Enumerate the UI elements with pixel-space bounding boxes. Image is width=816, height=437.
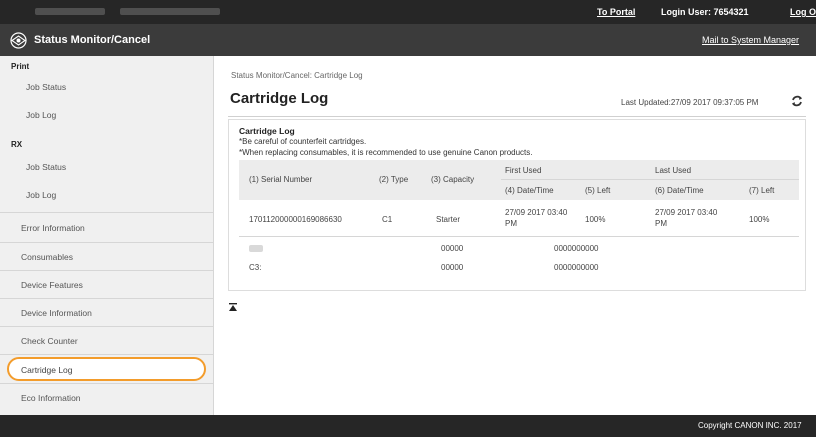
title-divider (228, 116, 806, 117)
column-header-first-datetime: (4) Date/Time (505, 186, 554, 195)
column-header-capacity: (3) Capacity (431, 175, 475, 184)
last-updated-text: Last Updated:27/09 2017 09:37:05 PM (621, 98, 759, 107)
sidebar-item-label: Job Status (26, 162, 67, 172)
sidebar-item-label: Eco Information (21, 393, 81, 403)
to-portal-link[interactable]: To Portal (597, 7, 635, 17)
column-header-type: (2) Type (379, 175, 409, 184)
sidebar-item-label: Job Log (26, 190, 57, 200)
genuine-products-note: *When replacing consumables, it is recom… (239, 148, 533, 157)
sidebar-item-error-information[interactable]: Error Information (0, 214, 213, 242)
header-divider (501, 179, 799, 180)
footer: Copyright CANON INC. 2017 (0, 415, 816, 437)
top-bar: To Portal Login User: 7654321 Log Out (0, 0, 816, 24)
row-first-left: 100% (585, 215, 606, 224)
column-header-serial: (1) Serial Number (249, 175, 313, 184)
column-header-first-left: (5) Left (585, 186, 611, 195)
row-first-datetime: 27/09 2017 03:40 (505, 208, 568, 217)
sidebar: Print Job Status Job Log RX Job Status J… (0, 56, 214, 415)
sidebar-item-consumables[interactable]: Consumables (0, 243, 213, 271)
copyright-text: Copyright CANON INC. 2017 (698, 421, 802, 430)
sidebar-item-device-information[interactable]: Device Information (0, 299, 213, 327)
row-serial-number: 170112000000169086630 (249, 215, 342, 224)
summary-capacity-1: 00000 (441, 244, 464, 253)
status-monitor-logo-icon (10, 32, 27, 49)
sidebar-item-label: Check Counter (21, 336, 78, 346)
row-last-datetime-ampm: PM (655, 219, 667, 228)
summary-label-2: C3: (249, 263, 262, 272)
column-header-last-datetime: (6) Date/Time (655, 186, 704, 195)
sidebar-item-rx-job-log[interactable]: Job Log (0, 181, 213, 209)
sidebar-item-label: Device Features (21, 280, 83, 290)
sidebar-heading-print: Print (11, 62, 30, 71)
sidebar-item-print-job-status[interactable]: Job Status (0, 73, 213, 101)
counterfeit-warning: *Be careful of counterfeit cartridges. (239, 137, 367, 146)
sidebar-item-print-job-log[interactable]: Job Log (0, 101, 213, 129)
column-header-last-left: (7) Left (749, 186, 775, 195)
sidebar-item-eco-information[interactable]: Eco Information (0, 384, 213, 412)
login-user-label: Login User: 7654321 (661, 7, 749, 17)
sidebar-item-label: Job Status (26, 82, 67, 92)
mail-to-system-manager-link[interactable]: Mail to System Manager (702, 35, 799, 45)
sidebar-divider (0, 212, 213, 213)
blurred-label (249, 245, 263, 252)
summary-capacity-2: 00000 (441, 263, 464, 272)
row-last-left: 100% (749, 215, 770, 224)
title-bar: Status Monitor/Cancel Mail to System Man… (0, 24, 816, 56)
sidebar-item-cartridge-log[interactable]: Cartridge Log (7, 357, 206, 381)
column-group-first-used: First Used (505, 166, 542, 175)
sidebar-item-label: Consumables (21, 252, 73, 262)
main-content: Status Monitor/Cancel: Cartridge Log Car… (214, 56, 816, 415)
summary-value-2: 0000000000 (554, 263, 599, 272)
sidebar-divider (0, 354, 213, 355)
sidebar-item-rx-job-status[interactable]: Job Status (0, 153, 213, 181)
column-group-last-used: Last Used (655, 166, 692, 175)
row-capacity: Starter (436, 215, 461, 224)
breadcrumb: Status Monitor/Cancel: Cartridge Log (231, 71, 363, 80)
sidebar-item-label: Device Information (21, 308, 92, 318)
summary-value-1: 0000000000 (554, 244, 599, 253)
sidebar-heading-rx: RX (11, 140, 23, 149)
sidebar-item-check-counter[interactable]: Check Counter (0, 327, 213, 355)
row-last-datetime: 27/09 2017 03:40 (655, 208, 718, 217)
app-title: Status Monitor/Cancel (34, 34, 151, 46)
sidebar-item-label: Job Log (26, 110, 57, 120)
scroll-to-top-icon[interactable] (228, 302, 238, 312)
sidebar-item-label: Cartridge Log (21, 365, 73, 375)
device-location-blurred (120, 8, 220, 15)
panel-title: Cartridge Log (239, 126, 295, 136)
row-type: C1 (382, 215, 393, 224)
cartridge-log-panel: Cartridge Log *Be careful of counterfeit… (228, 119, 806, 291)
refresh-icon[interactable] (790, 94, 804, 108)
sidebar-item-label: Error Information (21, 223, 85, 233)
page-title: Cartridge Log (230, 90, 329, 107)
logout-link[interactable]: Log Out (790, 7, 816, 17)
row-divider (239, 236, 799, 237)
device-name-blurred (35, 8, 105, 15)
row-first-datetime-ampm: PM (505, 219, 517, 228)
sidebar-item-device-features[interactable]: Device Features (0, 271, 213, 299)
